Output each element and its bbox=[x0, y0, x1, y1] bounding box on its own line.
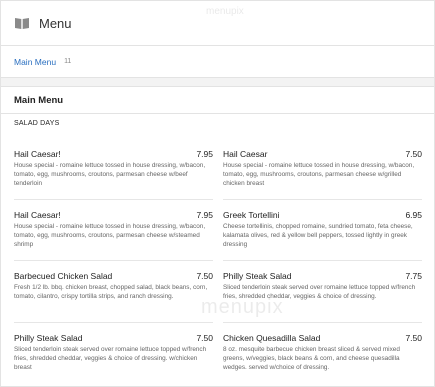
menu-item[interactable]: Hail Caesar 7.50 House special - romaine … bbox=[223, 149, 422, 188]
item-description: Sliced tenderloin steak served over roma… bbox=[223, 284, 416, 300]
item-name: Philly Steak Salad bbox=[14, 333, 83, 343]
item-name: Philly Steak Salad bbox=[223, 271, 292, 281]
menu-item[interactable]: Chicken Quesadilla Salad 7.50 8 oz. mesqu… bbox=[223, 333, 422, 372]
page-title: Menu bbox=[39, 15, 72, 31]
item-price: 7.50 bbox=[196, 333, 213, 343]
menu-item[interactable]: Philly Steak Salad 7.50 Sliced tenderloin… bbox=[14, 333, 213, 372]
row-divider bbox=[14, 260, 213, 261]
menu-item[interactable]: Philly Steak Salad 7.75 Sliced tenderloin… bbox=[223, 271, 422, 301]
row-divider bbox=[14, 322, 213, 323]
item-description: House special - romaine lettuce tossed i… bbox=[14, 223, 206, 248]
menu-item[interactable]: Hail Caesar! 7.95 House special - romaine… bbox=[14, 149, 213, 188]
section-title: Main Menu bbox=[14, 94, 64, 106]
item-name: Hail Caesar! bbox=[14, 210, 61, 220]
category-title: SALAD DAYS bbox=[14, 119, 60, 127]
item-description: Sliced tenderloin steak served over roma… bbox=[14, 346, 207, 371]
menu-header: Menu bbox=[1, 1, 434, 46]
item-description: House special - romaine lettuce tossed i… bbox=[223, 162, 415, 187]
item-price: 6.95 bbox=[405, 210, 422, 220]
item-name: Chicken Quesadilla Salad bbox=[223, 333, 321, 343]
item-name: Barbecued Chicken Salad bbox=[14, 271, 113, 281]
item-price: 7.50 bbox=[196, 271, 213, 281]
menu-item[interactable]: Barbecued Chicken Salad 7.50 Fresh 1/2 lb… bbox=[14, 271, 213, 301]
item-description: Fresh 1/2 lb. bbq. chicken breast, chopp… bbox=[14, 284, 208, 300]
main-menu-link[interactable]: Main Menu bbox=[14, 57, 56, 67]
item-name: Hail Caesar! bbox=[14, 149, 61, 159]
item-price: 7.75 bbox=[405, 271, 422, 281]
breadcrumb: Main Menu 11 bbox=[1, 46, 434, 78]
category-header: SALAD DAYS bbox=[1, 114, 434, 132]
book-icon bbox=[14, 16, 30, 30]
item-price: 7.50 bbox=[405, 149, 422, 159]
row-divider bbox=[223, 260, 422, 261]
menu-item[interactable]: Hail Caesar! 7.95 House special - romaine… bbox=[14, 210, 213, 249]
row-divider bbox=[223, 199, 422, 200]
item-description: House special - romaine lettuce tossed i… bbox=[14, 162, 206, 187]
item-price: 7.50 bbox=[405, 333, 422, 343]
row-divider bbox=[223, 322, 422, 323]
row-divider bbox=[14, 199, 213, 200]
item-price: 7.95 bbox=[196, 210, 213, 220]
menu-count-badge: 11 bbox=[64, 58, 72, 65]
item-description: 8 oz. mesquite barbecue chicken breast s… bbox=[223, 346, 400, 371]
item-price: 7.95 bbox=[196, 149, 213, 159]
menu-item[interactable]: Greek Tortellini 6.95 Cheese tortellinis,… bbox=[223, 210, 422, 249]
item-name: Hail Caesar bbox=[223, 149, 268, 159]
item-description: Cheese tortellinis, chopped romaine, sun… bbox=[223, 223, 413, 248]
section-spacer bbox=[1, 78, 434, 87]
item-name: Greek Tortellini bbox=[223, 210, 280, 220]
section-header: Main Menu bbox=[1, 87, 434, 114]
menu-page: Menu Main Menu 11 Main Menu SALAD DAYS H… bbox=[0, 0, 435, 387]
